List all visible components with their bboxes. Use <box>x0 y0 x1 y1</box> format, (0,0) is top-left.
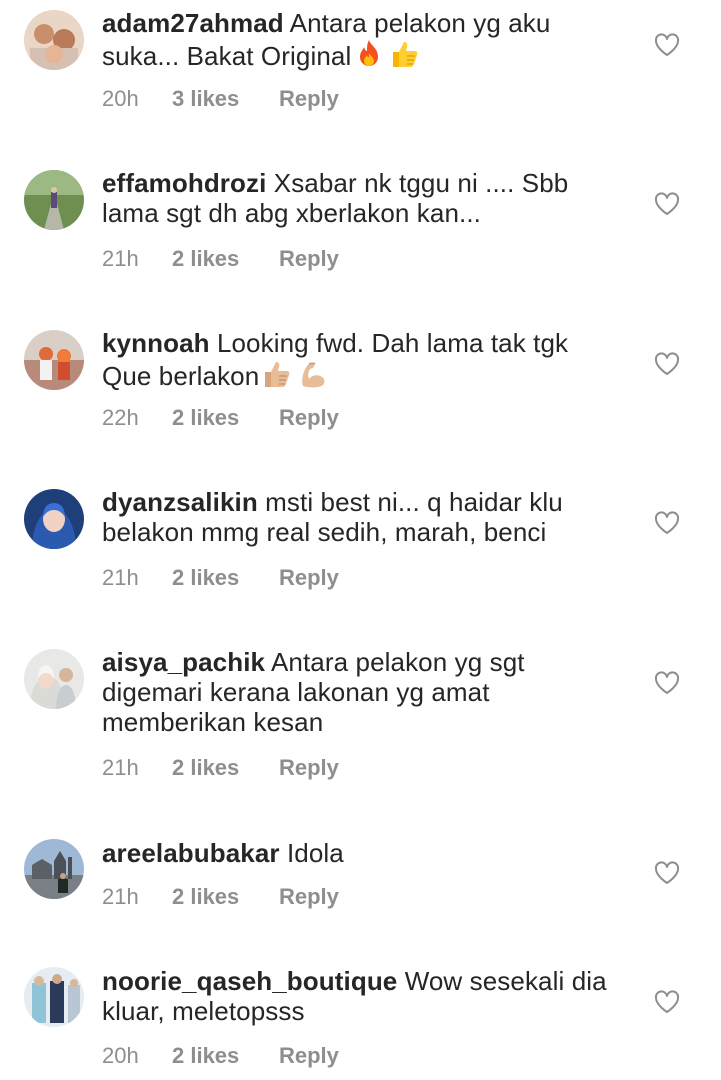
comment-text: kynnoah Looking fwd. Dah lama tak tgk Qu… <box>102 328 622 391</box>
likes-count[interactable]: 2 likes <box>172 246 279 272</box>
comment-meta: 22h 2 likes Reply <box>102 405 339 431</box>
heart-icon[interactable] <box>654 861 680 885</box>
reply-button[interactable]: Reply <box>279 755 339 781</box>
heart-icon[interactable] <box>654 352 680 376</box>
reply-button[interactable]: Reply <box>279 1043 339 1069</box>
likes-count[interactable]: 2 likes <box>172 1043 279 1069</box>
thumbs-up-icon <box>261 358 293 390</box>
heart-icon[interactable] <box>654 33 680 57</box>
comment-time: 21h <box>102 755 139 780</box>
comment-time: 22h <box>102 405 139 430</box>
comment-username[interactable]: kynnoah <box>102 328 210 358</box>
heart-icon[interactable] <box>654 511 680 535</box>
comment-meta: 21h 2 likes Reply <box>102 884 339 910</box>
comment-time: 21h <box>102 565 139 590</box>
comment-meta: 20h 3 likes Reply <box>102 86 339 112</box>
comment-text: noorie_qaseh_boutique Wow sesekali dia k… <box>102 966 622 1026</box>
comment-username[interactable]: dyanzsalikin <box>102 487 258 517</box>
comment-username[interactable]: effamohdrozi <box>102 168 266 198</box>
avatar[interactable] <box>24 330 84 390</box>
likes-count[interactable]: 2 likes <box>172 565 279 591</box>
reply-button[interactable]: Reply <box>279 884 339 910</box>
fire-icon <box>353 38 385 70</box>
comment-time: 20h <box>102 86 139 111</box>
comment-text: areelabubakar Idola <box>102 838 622 868</box>
comment-text: effamohdrozi Xsabar nk tggu ni .... Sbb … <box>102 168 622 228</box>
avatar[interactable] <box>24 839 84 899</box>
thumbs-up-icon <box>389 38 421 70</box>
heart-icon[interactable] <box>654 990 680 1014</box>
heart-icon[interactable] <box>654 192 680 216</box>
reply-button[interactable]: Reply <box>279 405 339 431</box>
flexed-biceps-icon <box>297 358 329 390</box>
comment-text: aisya_pachik Antara pelakon yg sgt digem… <box>102 647 622 737</box>
avatar[interactable] <box>24 170 84 230</box>
likes-count[interactable]: 2 likes <box>172 405 279 431</box>
reply-button[interactable]: Reply <box>279 565 339 591</box>
avatar[interactable] <box>24 967 84 1027</box>
comment-time: 20h <box>102 1043 139 1068</box>
comment-meta: 20h 2 likes Reply <box>102 1043 339 1069</box>
comment-meta: 21h 2 likes Reply <box>102 755 339 781</box>
reply-button[interactable]: Reply <box>279 86 339 112</box>
comment-text: dyanzsalikin msti best ni... q haidar kl… <box>102 487 622 547</box>
comment-time: 21h <box>102 884 139 909</box>
avatar[interactable] <box>24 489 84 549</box>
avatar[interactable] <box>24 10 84 70</box>
comment-username[interactable]: areelabubakar <box>102 838 280 868</box>
heart-icon[interactable] <box>654 671 680 695</box>
comment-username[interactable]: noorie_qaseh_boutique <box>102 966 397 996</box>
comment-time: 21h <box>102 246 139 271</box>
likes-count[interactable]: 2 likes <box>172 884 279 910</box>
comment-username[interactable]: aisya_pachik <box>102 647 265 677</box>
reply-button[interactable]: Reply <box>279 246 339 272</box>
likes-count[interactable]: 2 likes <box>172 755 279 781</box>
comment-text: adam27ahmad Antara pelakon yg aku suka..… <box>102 8 622 71</box>
avatar[interactable] <box>24 649 84 709</box>
comment-body: Idola <box>286 838 344 868</box>
comment-meta: 21h 2 likes Reply <box>102 565 339 591</box>
likes-count[interactable]: 3 likes <box>172 86 279 112</box>
comment-username[interactable]: adam27ahmad <box>102 8 284 38</box>
comment-meta: 21h 2 likes Reply <box>102 246 339 272</box>
